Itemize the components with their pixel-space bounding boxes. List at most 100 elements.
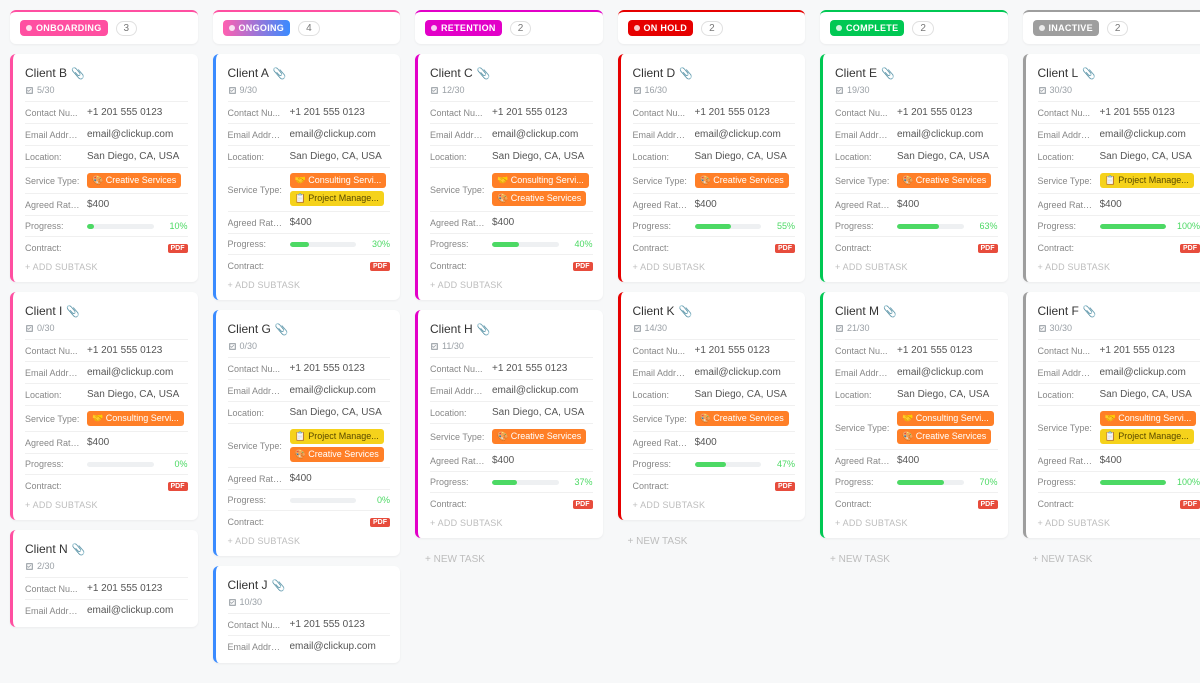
- attachment-icon[interactable]: 📎: [883, 305, 897, 318]
- attachment-icon[interactable]: 📎: [477, 67, 491, 80]
- card-title[interactable]: Client L📎: [1038, 66, 1096, 80]
- client-card[interactable]: Client H📎11/30Contact Nu...+1 201 555 01…: [415, 310, 603, 538]
- service-tag[interactable]: 🎨 Creative Services: [290, 447, 384, 462]
- card-title[interactable]: Client B📎: [25, 66, 85, 80]
- add-subtask-button[interactable]: ADD SUBTASK: [1038, 514, 1200, 532]
- attachment-icon[interactable]: 📎: [72, 543, 86, 556]
- card-title[interactable]: Client E📎: [835, 66, 895, 80]
- service-tag[interactable]: 📋 Project Manage...: [1100, 173, 1194, 188]
- status-pill[interactable]: RETENTION: [425, 20, 502, 36]
- pdf-icon[interactable]: PDF: [978, 244, 998, 253]
- service-tag[interactable]: 🎨 Creative Services: [695, 173, 789, 188]
- service-tag[interactable]: 🎨 Creative Services: [695, 411, 789, 426]
- column-header[interactable]: ONGOING4: [213, 10, 401, 44]
- client-card[interactable]: Client J📎10/30Contact Nu...+1 201 555 01…: [213, 566, 401, 663]
- client-card[interactable]: Client D📎16/30Contact Nu...+1 201 555 01…: [618, 54, 806, 282]
- service-tag[interactable]: 📋 Project Manage...: [290, 191, 384, 206]
- new-task-button[interactable]: NEW TASK: [618, 530, 806, 553]
- new-task-button[interactable]: NEW TASK: [820, 548, 1008, 571]
- attachment-icon[interactable]: 📎: [881, 67, 895, 80]
- new-task-button[interactable]: NEW TASK: [415, 548, 603, 571]
- pdf-icon[interactable]: PDF: [573, 500, 593, 509]
- status-pill[interactable]: ONGOING: [223, 20, 291, 36]
- add-subtask-button[interactable]: ADD SUBTASK: [228, 532, 391, 550]
- card-title[interactable]: Client K📎: [633, 304, 693, 318]
- add-subtask-button[interactable]: ADD SUBTASK: [835, 258, 998, 276]
- client-card[interactable]: Client E📎19/30Contact Nu...+1 201 555 01…: [820, 54, 1008, 282]
- column-header[interactable]: ON HOLD2: [618, 10, 806, 44]
- pdf-icon[interactable]: PDF: [775, 244, 795, 253]
- service-tag[interactable]: 🎨 Creative Services: [87, 173, 181, 188]
- attachment-icon[interactable]: 📎: [66, 305, 80, 318]
- add-subtask-button[interactable]: ADD SUBTASK: [430, 276, 593, 294]
- column-header[interactable]: ONBOARDING3: [10, 10, 198, 44]
- service-tag[interactable]: 🤝 Consulting Servi...: [897, 411, 994, 426]
- client-card[interactable]: Client G📎0/30Contact Nu...+1 201 555 012…: [213, 310, 401, 556]
- pdf-icon[interactable]: PDF: [168, 244, 188, 253]
- pdf-icon[interactable]: PDF: [370, 518, 390, 527]
- add-subtask-button[interactable]: ADD SUBTASK: [25, 258, 188, 276]
- card-title[interactable]: Client A📎: [228, 66, 287, 80]
- attachment-icon[interactable]: 📎: [477, 323, 491, 336]
- attachment-icon[interactable]: 📎: [272, 579, 286, 592]
- column-header[interactable]: RETENTION2: [415, 10, 603, 44]
- client-card[interactable]: Client I📎0/30Contact Nu...+1 201 555 012…: [10, 292, 198, 520]
- attachment-icon[interactable]: 📎: [1082, 67, 1096, 80]
- attachment-icon[interactable]: 📎: [273, 67, 287, 80]
- column-header[interactable]: COMPLETE2: [820, 10, 1008, 44]
- client-card[interactable]: Client B📎5/30Contact Nu...+1 201 555 012…: [10, 54, 198, 282]
- card-title[interactable]: Client H📎: [430, 322, 490, 336]
- status-pill[interactable]: COMPLETE: [830, 20, 904, 36]
- service-tag[interactable]: 📋 Project Manage...: [1100, 429, 1194, 444]
- card-title[interactable]: Client N📎: [25, 542, 85, 556]
- add-subtask-button[interactable]: ADD SUBTASK: [25, 496, 188, 514]
- column-header[interactable]: INACTIVE2: [1023, 10, 1200, 44]
- card-title[interactable]: Client G📎: [228, 322, 289, 336]
- service-tag[interactable]: 🎨 Creative Services: [492, 429, 586, 444]
- contract-value: PDF: [1100, 242, 1200, 253]
- status-pill[interactable]: ONBOARDING: [20, 20, 108, 36]
- card-title[interactable]: Client C📎: [430, 66, 490, 80]
- pdf-icon[interactable]: PDF: [1180, 244, 1200, 253]
- service-tag[interactable]: 📋 Project Manage...: [290, 429, 384, 444]
- service-tag[interactable]: 🤝 Consulting Servi...: [87, 411, 184, 426]
- attachment-icon[interactable]: 📎: [1083, 305, 1097, 318]
- client-card[interactable]: Client N📎2/30Contact Nu...+1 201 555 012…: [10, 530, 198, 627]
- new-task-button[interactable]: NEW TASK: [1023, 548, 1200, 571]
- add-subtask-button[interactable]: ADD SUBTASK: [228, 276, 391, 294]
- service-tag[interactable]: 🤝 Consulting Servi...: [492, 173, 589, 188]
- client-card[interactable]: Client C📎12/30Contact Nu...+1 201 555 01…: [415, 54, 603, 300]
- service-tag[interactable]: 🤝 Consulting Servi...: [290, 173, 387, 188]
- pdf-icon[interactable]: PDF: [370, 262, 390, 271]
- pdf-icon[interactable]: PDF: [168, 482, 188, 491]
- card-title[interactable]: Client M📎: [835, 304, 897, 318]
- attachment-icon[interactable]: 📎: [679, 305, 693, 318]
- card-title[interactable]: Client D📎: [633, 66, 693, 80]
- card-title[interactable]: Client J📎: [228, 578, 286, 592]
- client-card[interactable]: Client M📎21/30Contact Nu...+1 201 555 01…: [820, 292, 1008, 538]
- status-pill[interactable]: INACTIVE: [1033, 20, 1099, 36]
- attachment-icon[interactable]: 📎: [275, 323, 289, 336]
- service-tag[interactable]: 🎨 Creative Services: [897, 173, 991, 188]
- card-title[interactable]: Client I📎: [25, 304, 80, 318]
- pdf-icon[interactable]: PDF: [775, 482, 795, 491]
- client-card[interactable]: Client F📎30/30Contact Nu...+1 201 555 01…: [1023, 292, 1200, 538]
- pdf-icon[interactable]: PDF: [978, 500, 998, 509]
- client-card[interactable]: Client K📎14/30Contact Nu...+1 201 555 01…: [618, 292, 806, 520]
- add-subtask-button[interactable]: ADD SUBTASK: [1038, 258, 1200, 276]
- card-title[interactable]: Client F📎: [1038, 304, 1097, 318]
- service-tag[interactable]: 🤝 Consulting Servi...: [1100, 411, 1197, 426]
- client-card[interactable]: Client A📎9/30Contact Nu...+1 201 555 012…: [213, 54, 401, 300]
- status-pill[interactable]: ON HOLD: [628, 20, 694, 36]
- add-subtask-button[interactable]: ADD SUBTASK: [633, 258, 796, 276]
- attachment-icon[interactable]: 📎: [679, 67, 693, 80]
- attachment-icon[interactable]: 📎: [71, 67, 85, 80]
- pdf-icon[interactable]: PDF: [1180, 500, 1200, 509]
- service-tag[interactable]: 🎨 Creative Services: [897, 429, 991, 444]
- client-card[interactable]: Client L📎30/30Contact Nu...+1 201 555 01…: [1023, 54, 1200, 282]
- pdf-icon[interactable]: PDF: [573, 262, 593, 271]
- add-subtask-button[interactable]: ADD SUBTASK: [633, 496, 796, 514]
- add-subtask-button[interactable]: ADD SUBTASK: [430, 514, 593, 532]
- add-subtask-button[interactable]: ADD SUBTASK: [835, 514, 998, 532]
- service-tag[interactable]: 🎨 Creative Services: [492, 191, 586, 206]
